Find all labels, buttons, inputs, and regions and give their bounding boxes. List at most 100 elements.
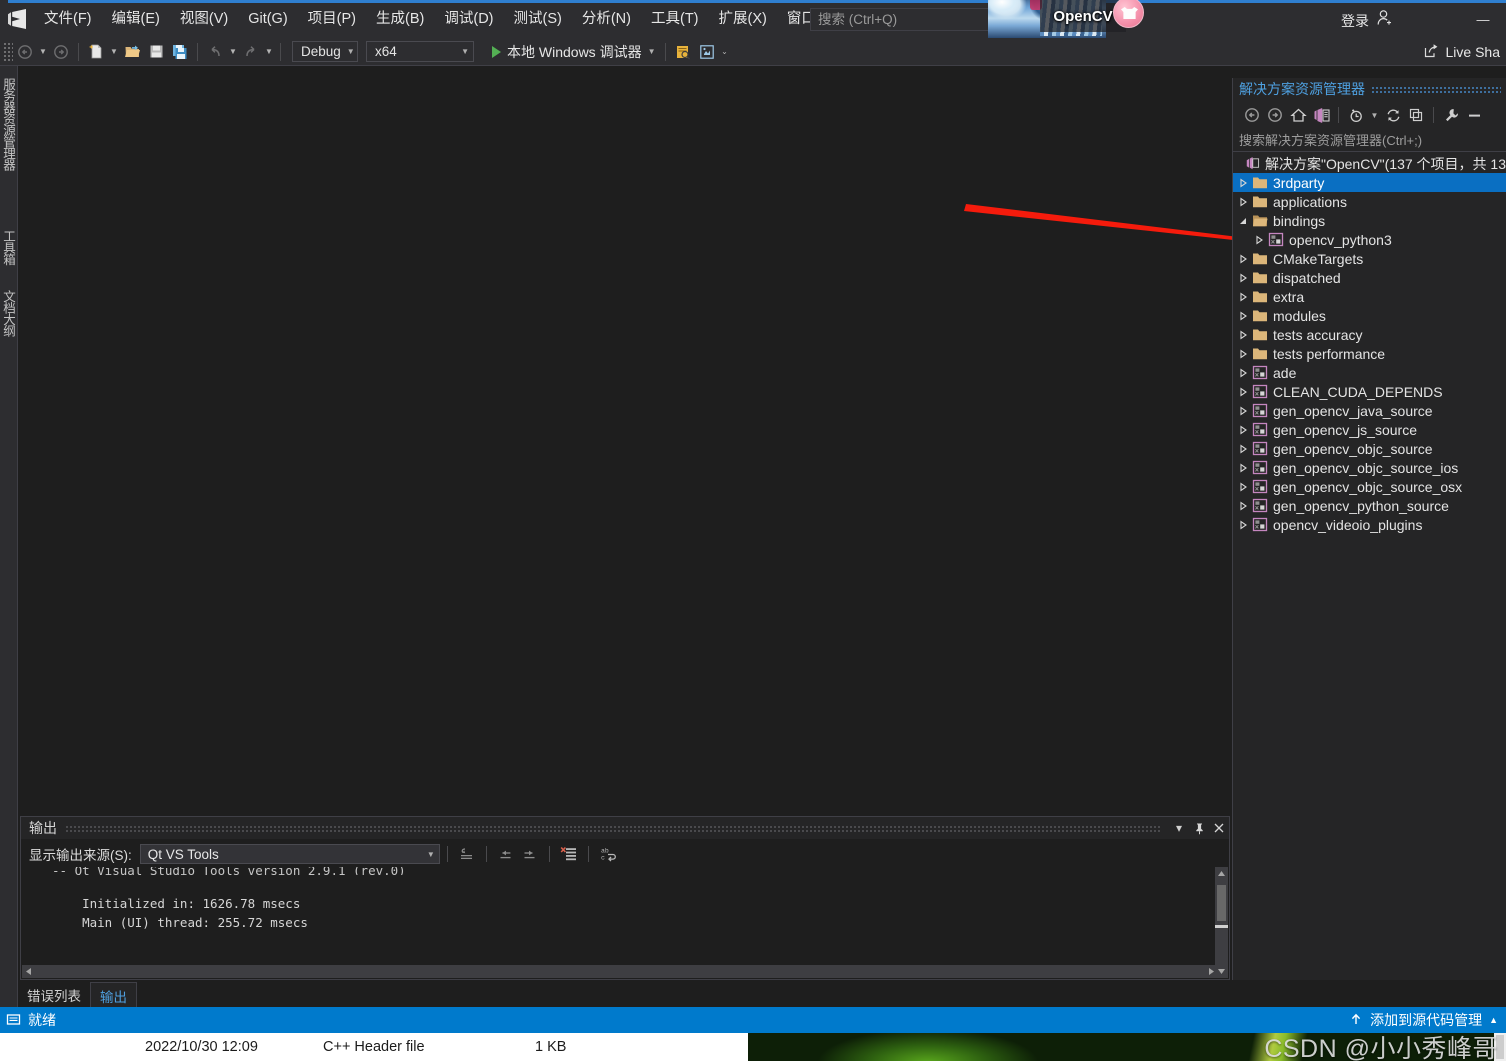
more-options-icon[interactable] xyxy=(1463,104,1485,126)
home-icon[interactable] xyxy=(1287,104,1309,126)
menu-edit[interactable]: 编辑(E) xyxy=(102,5,170,33)
select-startup-item-icon[interactable] xyxy=(671,41,695,63)
menu-analyze[interactable]: 分析(N) xyxy=(572,5,641,33)
start-debug-button[interactable]: 本地 Windows 调试器 ▼ xyxy=(488,41,660,63)
forward-icon[interactable] xyxy=(1264,104,1286,126)
next-message-icon[interactable] xyxy=(518,843,542,865)
chevron-right-icon[interactable] xyxy=(1251,230,1267,249)
chevron-right-icon[interactable] xyxy=(1235,325,1251,344)
chevron-right-icon[interactable] xyxy=(1235,439,1251,458)
toggle-word-wrap-icon[interactable]: ab c xyxy=(596,843,620,865)
navigate-back-dropdown-icon[interactable]: ▼ xyxy=(37,41,49,63)
tree-item-tests-performance[interactable]: tests performance xyxy=(1233,344,1506,363)
solution-platform-combo[interactable]: x64 ▼ xyxy=(366,41,474,62)
vtab-document-outline[interactable]: 文档大纲 xyxy=(0,286,18,340)
new-project-dropdown-icon[interactable]: ▼ xyxy=(108,41,120,63)
close-icon[interactable] xyxy=(1209,818,1229,838)
pending-changes-dropdown-icon[interactable]: ▼ xyxy=(1368,104,1381,126)
chevron-right-icon[interactable] xyxy=(1235,496,1251,515)
toolbar-grip-handle[interactable] xyxy=(3,41,13,62)
redo-icon[interactable] xyxy=(239,41,263,63)
redo-dropdown-icon[interactable]: ▼ xyxy=(263,41,275,63)
back-icon[interactable] xyxy=(1241,104,1263,126)
chevron-right-icon[interactable] xyxy=(1235,458,1251,477)
properties-wrench-icon[interactable] xyxy=(1440,104,1462,126)
output-drag-dots[interactable] xyxy=(65,824,1161,832)
tree-item-ade[interactable]: ade xyxy=(1233,363,1506,382)
output-horizontal-scrollbar[interactable] xyxy=(22,965,1218,978)
chevron-down-icon[interactable]: ▼ xyxy=(648,47,656,56)
tree-item-clean-cuda-depends[interactable]: CLEAN_CUDA_DEPENDS xyxy=(1233,382,1506,401)
account-area[interactable]: 登录 xyxy=(1341,9,1394,32)
chevron-right-icon[interactable] xyxy=(1235,287,1251,306)
toolbar-overflow-icon[interactable]: ⌄ xyxy=(719,41,731,63)
save-all-icon[interactable] xyxy=(168,41,192,63)
tree-item-gen-opencv-js-source[interactable]: gen_opencv_js_source xyxy=(1233,420,1506,439)
tree-item-cmaketargets[interactable]: CMakeTargets xyxy=(1233,249,1506,268)
tab-output[interactable]: 输出 xyxy=(90,982,137,1010)
tab-error-list[interactable]: 错误列表 xyxy=(18,982,90,1009)
chevron-right-icon[interactable] xyxy=(1235,192,1251,211)
tree-item-dispatched[interactable]: dispatched xyxy=(1233,268,1506,287)
refresh-icon[interactable] xyxy=(1382,104,1404,126)
tree-item-gen-opencv-objc-source[interactable]: gen_opencv_objc_source xyxy=(1233,439,1506,458)
chevron-right-icon[interactable] xyxy=(1235,401,1251,420)
tree-item-gen-opencv-java-source[interactable]: gen_opencv_java_source xyxy=(1233,401,1506,420)
live-share-button[interactable]: Live Sha xyxy=(1423,42,1500,62)
solution-configuration-combo[interactable]: Debug ▼ xyxy=(292,41,358,62)
chevron-right-icon[interactable] xyxy=(1235,363,1251,382)
output-source-combo[interactable]: Qt VS Tools ▼ xyxy=(139,844,440,864)
chevron-up-icon[interactable]: ▲ xyxy=(1489,1015,1498,1025)
chevron-right-icon[interactable] xyxy=(1235,382,1251,401)
scroll-up-icon[interactable] xyxy=(1215,867,1228,880)
tree-item-opencv-videoio-plugins[interactable]: opencv_videoio_plugins xyxy=(1233,515,1506,534)
new-project-icon[interactable] xyxy=(84,41,108,63)
clear-all-icon[interactable] xyxy=(557,843,581,865)
menu-file[interactable]: 文件(F) xyxy=(34,5,102,33)
previous-message-icon[interactable] xyxy=(494,843,518,865)
solution-root-row[interactable]: 解决方案"OpenCV"(137 个项目，共 137 个 xyxy=(1233,154,1506,173)
collapse-all-icon[interactable] xyxy=(1405,104,1427,126)
chevron-right-icon[interactable] xyxy=(1235,268,1251,287)
navigate-forward-icon[interactable] xyxy=(49,41,73,63)
solution-search-input[interactable] xyxy=(1233,130,1506,151)
chevron-right-icon[interactable] xyxy=(1235,173,1251,192)
pin-icon[interactable] xyxy=(1189,818,1209,838)
menu-tools[interactable]: 工具(T) xyxy=(641,5,709,33)
tree-item-gen-opencv-python-source[interactable]: gen_opencv_python_source xyxy=(1233,496,1506,515)
chevron-right-icon[interactable] xyxy=(1235,515,1251,534)
sign-in-label[interactable]: 登录 xyxy=(1341,11,1369,31)
tree-item-opencv-python3[interactable]: opencv_python3 xyxy=(1233,230,1506,249)
undo-icon[interactable] xyxy=(203,41,227,63)
menu-extensions[interactable]: 扩展(X) xyxy=(709,5,777,33)
tree-item-applications[interactable]: applications xyxy=(1233,192,1506,211)
undo-dropdown-icon[interactable]: ▼ xyxy=(227,41,239,63)
chevron-right-icon[interactable] xyxy=(1235,249,1251,268)
status-source-control-area[interactable]: 添加到源代码管理 ▲ xyxy=(1349,1007,1498,1033)
minimize-button[interactable]: — xyxy=(1460,4,1506,34)
account-person-icon[interactable] xyxy=(1376,9,1394,32)
menu-build[interactable]: 生成(B) xyxy=(366,5,434,33)
chevron-right-icon[interactable] xyxy=(1235,477,1251,496)
tree-item-3rdparty[interactable]: 3rdparty xyxy=(1233,173,1506,192)
tree-item-bindings[interactable]: bindings xyxy=(1233,211,1506,230)
tree-item-modules[interactable]: modules xyxy=(1233,306,1506,325)
output-text-area[interactable]: -- Qt Visual Studio Tools version 2.9.1 … xyxy=(22,867,1218,964)
tree-item-gen-opencv-objc-source-osx[interactable]: gen_opencv_objc_source_osx xyxy=(1233,477,1506,496)
menu-debug[interactable]: 调试(D) xyxy=(434,5,503,33)
vtab-server-explorer[interactable]: 服务器资源管理器 xyxy=(0,74,18,174)
solution-view-icon[interactable] xyxy=(1310,104,1332,126)
pending-changes-icon[interactable] xyxy=(1345,104,1367,126)
solution-explorer-search[interactable] xyxy=(1233,130,1506,152)
vtab-toolbox[interactable]: 工具箱 xyxy=(0,226,18,269)
screenshot-tool-icon[interactable] xyxy=(695,41,719,63)
chevron-right-icon[interactable] xyxy=(1235,344,1251,363)
header-drag-dots[interactable] xyxy=(1371,85,1501,93)
output-vertical-scrollbar[interactable] xyxy=(1215,867,1228,978)
tree-item-extra[interactable]: extra xyxy=(1233,287,1506,306)
file-explorer-row[interactable]: 2022/10/30 12:09 C++ Header file 1 KB xyxy=(0,1033,748,1061)
save-icon[interactable] xyxy=(144,41,168,63)
menu-view[interactable]: 视图(V) xyxy=(170,5,238,33)
menu-test[interactable]: 测试(S) xyxy=(504,5,572,33)
chevron-right-icon[interactable] xyxy=(1235,420,1251,439)
